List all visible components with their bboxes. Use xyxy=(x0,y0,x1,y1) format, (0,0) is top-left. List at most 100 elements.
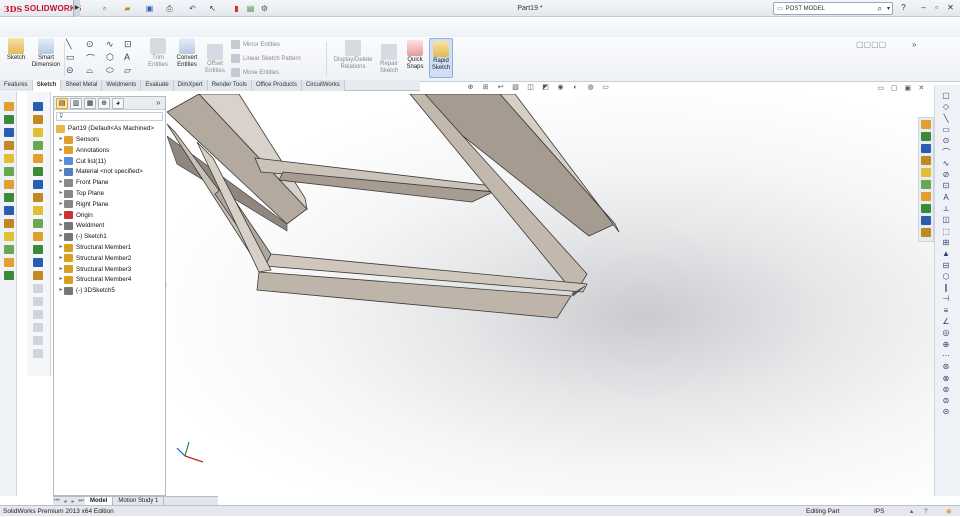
display-delete-relations-button[interactable]: Display/Delete Relations xyxy=(330,40,376,71)
print-icon[interactable]: ⎙ xyxy=(163,2,176,15)
sketch-tool-icon[interactable]: ◎ xyxy=(941,328,951,337)
sheet-tool-icon[interactable] xyxy=(33,297,43,306)
sheet-tool-icon[interactable] xyxy=(33,284,43,293)
relation-tool-icon[interactable] xyxy=(921,180,931,189)
rectangle-icon[interactable]: ▭ xyxy=(66,52,75,63)
property-manager-tab-icon[interactable]: ▥ xyxy=(70,97,82,109)
options-icon[interactable]: ⚙ xyxy=(258,2,271,15)
spline-icon[interactable]: ∿ xyxy=(106,39,114,50)
sketch-tool-icon[interactable]: ⋯ xyxy=(941,351,951,360)
sheet-tool-icon[interactable] xyxy=(33,154,43,163)
tab-sheet-metal[interactable]: Sheet Metal xyxy=(61,80,103,91)
part-model[interactable] xyxy=(167,94,934,496)
sketch-tool-icon[interactable]: ⬡ xyxy=(941,272,951,281)
feature-tool-icon[interactable] xyxy=(4,193,14,202)
search-input[interactable]: ▭ POST MODEL ⌕ ▾ xyxy=(773,2,893,15)
convert-entities-button[interactable]: Convert Entities xyxy=(172,38,202,69)
sketch-point-icon[interactable]: ⊡ xyxy=(124,39,132,50)
sketch-tool-icon[interactable]: ⊣ xyxy=(941,294,951,303)
chevron-down-icon[interactable]: ▾ xyxy=(887,3,890,15)
smart-dimension-button[interactable]: Smart Dimension xyxy=(30,38,62,69)
sketch-tool-icon[interactable]: ╲ xyxy=(941,114,951,123)
relation-tool-icon[interactable] xyxy=(921,216,931,225)
sheet-tool-icon[interactable] xyxy=(33,245,43,254)
sheet-tool-icon[interactable] xyxy=(33,232,43,241)
tab-evaluate[interactable]: Evaluate xyxy=(141,80,174,91)
tree-item[interactable]: ▸ Material <not specified> xyxy=(58,166,143,177)
display-style-icon[interactable]: ◩ xyxy=(540,83,551,93)
quick-snaps-button[interactable]: Quick Snaps xyxy=(403,40,427,71)
tree-root[interactable]: Part19 (Default<As Machined> xyxy=(56,123,154,134)
sketch-tool-icon[interactable]: ⊝ xyxy=(941,407,951,416)
solidworks-logo[interactable]: 3DS SOLIDWORKS xyxy=(4,2,81,15)
move-entities-button[interactable]: Move Entities xyxy=(231,68,279,77)
ribbon-collapse-icon[interactable]: ▢▢▢▢ xyxy=(856,40,886,49)
repair-sketch-button[interactable]: Repair Sketch xyxy=(377,44,401,75)
mirror-entities-button[interactable]: Mirror Entities xyxy=(231,40,280,49)
sketch-tool-icon[interactable]: ∠ xyxy=(941,317,951,326)
sketch-tool-icon[interactable]: ◇ xyxy=(941,102,951,111)
sketch-button[interactable]: Sketch xyxy=(4,38,28,62)
feature-tool-icon[interactable] xyxy=(4,219,14,228)
restore-icon[interactable]: ▫ xyxy=(931,2,942,14)
relation-tool-icon[interactable] xyxy=(921,204,931,213)
sketch-tool-icon[interactable]: ⊞ xyxy=(941,238,951,247)
feature-tool-icon[interactable] xyxy=(4,180,14,189)
relation-tool-icon[interactable] xyxy=(921,144,931,153)
sketch-tool-icon[interactable]: ⬚ xyxy=(941,227,951,236)
feature-tool-icon[interactable] xyxy=(4,271,14,280)
relation-tool-icon[interactable] xyxy=(921,120,931,129)
viewport-maximize-icon[interactable]: ▣ xyxy=(903,84,913,94)
sheet-tool-icon[interactable] xyxy=(33,193,43,202)
tab-sketch[interactable]: Sketch xyxy=(32,80,62,91)
zoom-area-icon[interactable]: ⊞ xyxy=(480,83,491,93)
sheet-tool-icon[interactable] xyxy=(33,349,43,358)
tab-dimxpert[interactable]: DimXpert xyxy=(173,80,208,91)
sheet-tool-icon[interactable] xyxy=(33,336,43,345)
tab-features[interactable]: Features xyxy=(0,80,33,91)
tree-item[interactable]: ▸ Sensors xyxy=(58,134,99,145)
tab-weldments[interactable]: Weldments xyxy=(102,80,142,91)
minimize-icon[interactable]: – xyxy=(918,2,929,14)
sketch-tool-icon[interactable]: ∥ xyxy=(941,283,951,292)
sketch-tool-icon[interactable]: ⟂ xyxy=(941,204,951,213)
tab-render-tools[interactable]: Render Tools xyxy=(207,80,252,91)
tab-circuitworks[interactable]: CircuitWorks xyxy=(301,80,345,91)
view-orientation-icon[interactable]: ◫ xyxy=(525,83,536,93)
feature-tool-icon[interactable] xyxy=(4,154,14,163)
sheet-tool-icon[interactable] xyxy=(33,102,43,111)
scroll-next-icon[interactable]: ▸ xyxy=(69,498,77,505)
tree-item[interactable]: ▸ (-) 3DSketch5 xyxy=(58,285,115,296)
sketch-tool-icon[interactable]: ⊙ xyxy=(941,136,951,145)
sketch-tool-icon[interactable]: ▢ xyxy=(941,91,951,100)
feature-tool-icon[interactable] xyxy=(4,102,14,111)
linear-sketch-pattern-button[interactable]: Linear Sketch Pattern xyxy=(231,54,301,63)
relation-tool-icon[interactable] xyxy=(921,228,931,237)
graphics-area[interactable] xyxy=(167,94,934,496)
relation-tool-icon[interactable] xyxy=(921,192,931,201)
sheet-tool-icon[interactable] xyxy=(33,323,43,332)
viewport-tile-icon[interactable]: ▢ xyxy=(890,84,900,94)
tree-item[interactable]: ▸ Structural Member4 xyxy=(58,274,131,285)
sheet-tool-icon[interactable] xyxy=(33,271,43,280)
circle-icon[interactable]: ⊙ xyxy=(86,39,94,50)
offset-entities-button[interactable]: Offset Entities xyxy=(203,44,227,75)
sketch-tool-icon[interactable]: ⊜ xyxy=(941,396,951,405)
tree-item[interactable]: ▸ Structural Member2 xyxy=(58,253,131,264)
tab-office-products[interactable]: Office Products xyxy=(251,80,302,91)
sheet-tool-icon[interactable] xyxy=(33,180,43,189)
dimxpert-tab-icon[interactable]: ⊕ xyxy=(98,97,110,109)
sheet-tool-icon[interactable] xyxy=(33,219,43,228)
select-icon[interactable]: ↖ xyxy=(206,2,219,15)
sketch-tool-icon[interactable]: A xyxy=(941,193,951,202)
rapid-sketch-button[interactable]: Rapid Sketch xyxy=(429,38,453,78)
tree-item[interactable]: ▸ Right Plane xyxy=(58,199,109,210)
zoom-fit-icon[interactable]: ⊕ xyxy=(465,83,476,93)
previous-view-icon[interactable]: ↩ xyxy=(495,83,506,93)
arc-icon[interactable]: ⌒ xyxy=(86,52,95,65)
tree-item[interactable]: ▸ Structural Member1 xyxy=(58,242,131,253)
trim-entities-button[interactable]: Trim Entities xyxy=(145,38,171,69)
sketch-tool-icon[interactable]: ▲ xyxy=(941,249,951,258)
plane-icon[interactable]: ▱ xyxy=(124,65,131,76)
sketch-tool-icon[interactable]: ▭ xyxy=(941,125,951,134)
